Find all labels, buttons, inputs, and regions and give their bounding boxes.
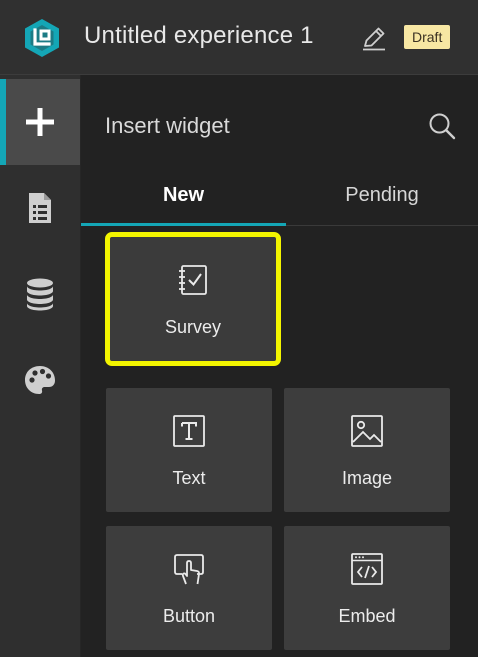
- widget-label: Text: [172, 468, 206, 488]
- image-icon: [351, 415, 383, 447]
- insert-widget-panel: Insert widget New Pending Survey Text Im…: [81, 75, 478, 657]
- text-icon: [173, 415, 205, 447]
- page-icon: [29, 193, 51, 223]
- sidebar-item-insert[interactable]: [0, 79, 80, 165]
- widget-tabs: New Pending: [81, 165, 478, 226]
- widget-image[interactable]: Image: [284, 388, 450, 512]
- survey-icon: [179, 265, 207, 295]
- widget-label: Image: [341, 468, 393, 488]
- panel-title: Insert widget: [105, 113, 230, 138]
- widget-text[interactable]: Text: [106, 388, 272, 512]
- sidebar-rail: [0, 75, 81, 657]
- draft-badge: Draft: [404, 25, 451, 49]
- experience-title: Untitled experience 1: [84, 22, 314, 49]
- tab-pending[interactable]: Pending: [286, 165, 478, 225]
- experience-builder-logo-icon[interactable]: [22, 18, 62, 58]
- pencil-icon[interactable]: [360, 24, 388, 52]
- sidebar-item-theme[interactable]: [0, 337, 80, 423]
- widget-label: Survey: [164, 317, 222, 337]
- button-icon: [174, 554, 204, 585]
- widget-button[interactable]: Button: [106, 526, 272, 650]
- database-icon: [27, 278, 53, 311]
- widget-label: Embed: [338, 606, 396, 626]
- widget-embed[interactable]: Embed: [284, 526, 450, 650]
- sidebar-item-pages[interactable]: [0, 165, 80, 251]
- sidebar-item-data[interactable]: [0, 251, 80, 337]
- palette-icon: [25, 366, 55, 394]
- widget-label: Button: [162, 606, 216, 626]
- plus-icon: [26, 108, 54, 136]
- app-header: Untitled experience 1 Draft: [0, 0, 478, 75]
- widget-survey[interactable]: Survey: [105, 232, 281, 366]
- tab-new[interactable]: New: [81, 165, 286, 226]
- embed-icon: [351, 553, 383, 585]
- search-icon[interactable]: [427, 111, 457, 141]
